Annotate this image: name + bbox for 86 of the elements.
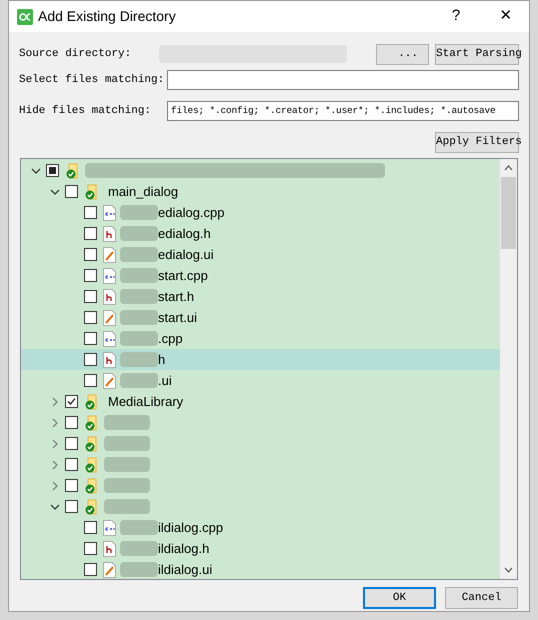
tree-row[interactable]: edialog.h	[21, 223, 500, 244]
checkbox[interactable]	[84, 227, 97, 240]
start-parsing-button[interactable]: Start Parsing	[435, 44, 519, 64]
ok-button[interactable]: OK	[363, 587, 436, 609]
checkbox[interactable]	[84, 206, 97, 219]
chevron-right-icon[interactable]	[50, 396, 60, 406]
tree-item-label: main_dialog	[108, 182, 178, 201]
chevron-down-icon[interactable]	[50, 502, 60, 512]
pencil-file-icon	[103, 372, 116, 388]
cpp-file-icon	[103, 330, 116, 346]
checkbox[interactable]	[46, 164, 59, 177]
tree-item-label: .ui	[158, 372, 172, 390]
tree-item-label: start.cpp	[158, 266, 208, 285]
tree-item-label: start.ui	[158, 308, 198, 327]
chevron-right-icon[interactable]	[50, 480, 60, 490]
cpp-file-icon	[103, 268, 116, 284]
pencil-file-icon	[103, 310, 116, 326]
close-button[interactable]: ✕	[491, 5, 521, 28]
app-logo-icon	[17, 8, 33, 24]
checkbox[interactable]	[84, 542, 97, 555]
checkbox[interactable]	[65, 479, 78, 492]
checkbox[interactable]	[65, 185, 78, 198]
tree-row[interactable]: ildialog.cpp	[21, 517, 500, 538]
tree-item-label: edialog.h	[158, 224, 211, 243]
checkbox[interactable]	[84, 269, 97, 282]
tree-item-label: ildialog.h	[158, 540, 210, 558]
checkbox[interactable]	[84, 290, 97, 303]
tree-row[interactable]: .ui	[21, 370, 500, 391]
scroll-up-icon[interactable]	[504, 165, 513, 171]
tree-row[interactable]: start.h	[21, 286, 500, 307]
help-button[interactable]: ?	[441, 5, 471, 28]
tree-item-label: ildialog.cpp	[158, 518, 224, 537]
checkbox[interactable]	[84, 521, 97, 534]
cpp-file-icon	[103, 204, 116, 220]
hide-files-label: Hide files matching:	[19, 104, 152, 119]
cpp-file-icon	[103, 520, 116, 536]
checkbox[interactable]	[84, 353, 97, 366]
tree-row[interactable]: ildialog.h	[21, 538, 500, 559]
pencil-file-icon	[103, 246, 116, 262]
hide-files-field[interactable]: files; *.config; *.creator; *.user*; *.includes; *.autosave	[167, 101, 519, 121]
tree-row[interactable]: .cpp	[21, 328, 500, 349]
tree-item-label: edialog.ui	[158, 246, 214, 264]
tree-row[interactable]: h	[21, 349, 500, 370]
tree-item-label: edialog.cpp	[158, 204, 224, 222]
header-file-icon	[103, 226, 116, 242]
window-title: Add Existing Directory	[38, 7, 176, 26]
checkbox[interactable]	[65, 395, 78, 408]
checkbox[interactable]	[65, 416, 78, 429]
browse-button[interactable]: ...	[376, 44, 429, 64]
tree-row[interactable]: MediaLibrary	[21, 391, 500, 412]
checkbox[interactable]	[65, 458, 78, 471]
checkbox[interactable]	[84, 332, 97, 345]
tree-item-label: MediaLibrary	[108, 392, 184, 411]
tree-row[interactable]: edialog.cpp	[21, 202, 500, 223]
select-files-field[interactable]	[167, 70, 519, 90]
scrollbar-thumb[interactable]	[501, 177, 516, 249]
tree-row[interactable]: start.ui	[21, 307, 500, 328]
pencil-file-icon	[103, 562, 116, 578]
chevron-right-icon[interactable]	[50, 438, 60, 448]
header-file-icon	[103, 288, 116, 304]
tree-item-label: start.h	[158, 288, 194, 306]
apply-filters-button[interactable]: Apply Filters	[435, 132, 519, 153]
scrollbar[interactable]	[500, 159, 517, 579]
cancel-button[interactable]: Cancel	[445, 587, 518, 609]
checkbox[interactable]	[84, 374, 97, 387]
header-file-icon	[103, 352, 116, 368]
tree-item-label: ildialog.ui	[158, 560, 212, 579]
chevron-right-icon[interactable]	[50, 460, 60, 470]
tree-item-label: .cpp	[158, 330, 183, 348]
checkbox[interactable]	[84, 248, 97, 261]
checkbox[interactable]	[84, 311, 97, 324]
source-directory-label: Source directory:	[19, 46, 132, 62]
checkbox[interactable]	[65, 437, 78, 450]
tree-row[interactable]: start.cpp	[21, 265, 500, 286]
tree-item-label: h	[158, 350, 166, 369]
chevron-down-icon[interactable]	[50, 186, 60, 196]
chevron-down-icon[interactable]	[31, 166, 41, 176]
tree-row[interactable]: ildialog.ui	[21, 559, 500, 579]
checkbox[interactable]	[84, 563, 97, 576]
header-file-icon	[103, 540, 116, 556]
tree-row[interactable]: main_dialog	[21, 181, 500, 202]
select-files-label: Select files matching:	[19, 72, 166, 88]
chevron-right-icon[interactable]	[50, 418, 60, 428]
checkbox[interactable]	[65, 500, 78, 513]
tree-row[interactable]: edialog.ui	[21, 244, 500, 265]
scroll-down-icon[interactable]	[504, 567, 513, 573]
